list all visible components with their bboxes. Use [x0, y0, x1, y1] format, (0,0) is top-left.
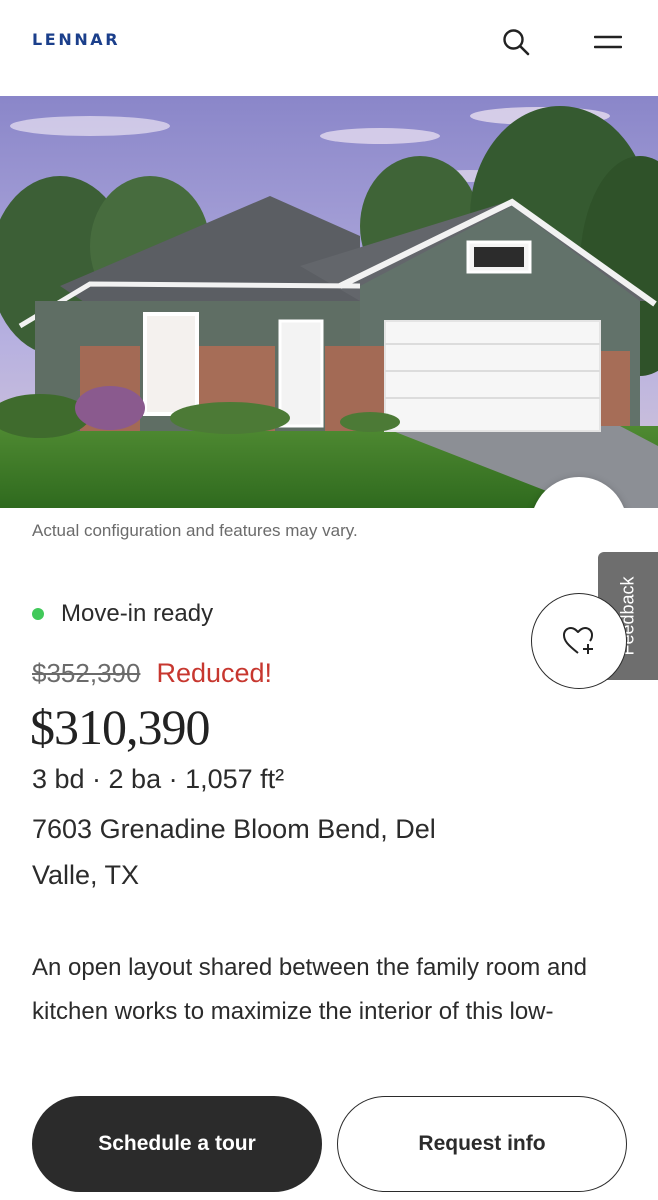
request-info-button[interactable]: Request info: [337, 1096, 627, 1192]
home-specs: 3 bd · 2 ba · 1,057 ft²: [32, 764, 285, 794]
home-hero-image[interactable]: [0, 96, 658, 508]
image-disclaimer: Actual configuration and features may va…: [32, 521, 358, 540]
house-rendering-image: [0, 96, 658, 508]
hamburger-menu-icon: [594, 35, 622, 49]
current-price: $310,390: [30, 699, 210, 755]
add-favorite-button[interactable]: [531, 593, 627, 689]
home-description: An open layout shared between the family…: [32, 954, 588, 1025]
search-icon: [503, 29, 530, 56]
price-change-row: $352,390 Reduced!: [32, 658, 272, 689]
status-dot-icon: [32, 608, 44, 620]
reduced-badge: Reduced!: [156, 658, 273, 688]
original-price: $352,390: [32, 658, 141, 688]
status-text: Move-in ready: [61, 600, 214, 627]
home-address: 7603 Grenadine Bloom Bend, Del Valle, TX: [32, 814, 436, 890]
listing-status: Move-in ready: [32, 600, 213, 628]
schedule-tour-button[interactable]: Schedule a tour: [32, 1096, 322, 1192]
lennar-logo[interactable]: LENNAR: [32, 30, 120, 49]
heart-plus-icon: [563, 627, 593, 654]
menu-button[interactable]: [588, 22, 628, 62]
search-button[interactable]: [496, 22, 536, 62]
site-header: LENNAR: [0, 0, 658, 96]
